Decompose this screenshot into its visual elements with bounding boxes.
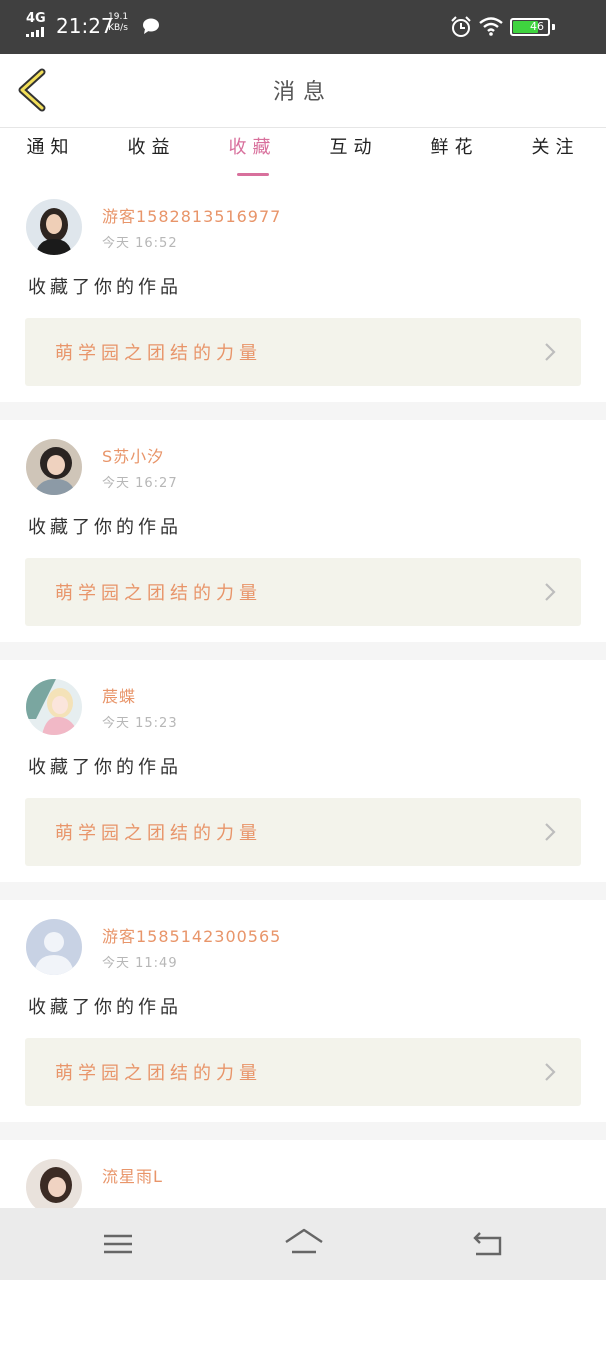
divider [0,1122,606,1140]
battery-level: 46 [530,20,544,33]
back-icon[interactable] [466,1226,510,1262]
alarm-icon [451,16,471,37]
header: 消息 [0,54,606,128]
wifi-icon [479,17,503,36]
username[interactable]: 游客1582813516977 [102,203,281,227]
tab-earnings[interactable]: 收益 [101,128,202,178]
list-item: 游客1582813516977 今天 16:52 收藏了你的作品 萌学园之团结的… [0,180,606,402]
work-title: 萌学园之团结的力量 [55,343,262,364]
tab-label: 互动 [329,137,378,158]
network-type: 4G [26,11,46,26]
avatar[interactable] [26,199,82,255]
divider [0,402,606,420]
tab-label: 通知 [26,137,75,158]
tab-notice[interactable]: 通知 [0,128,101,178]
action-text: 收藏了你的作品 [28,757,182,778]
clock: 21:27 [56,14,114,38]
tab-bar: 通知 收益 收藏 互动 鲜花 关注 [0,128,606,178]
page-title: 消息 [272,80,333,105]
active-tab-indicator [236,173,269,176]
timestamp: 今天 16:27 [102,476,178,491]
work-title: 萌学园之团结的力量 [55,583,262,604]
action-text: 收藏了你的作品 [28,277,182,298]
avatar[interactable] [26,439,82,495]
avatar[interactable] [26,679,82,735]
username[interactable]: 莀蝶 [102,683,136,707]
tab-follow[interactable]: 关注 [505,128,606,178]
tab-label: 鲜花 [430,137,479,158]
divider [0,882,606,900]
signal-icon [26,27,46,37]
chevron-right-icon [545,823,556,841]
divider [0,642,606,660]
tab-interaction[interactable]: 互动 [303,128,404,178]
timestamp: 今天 15:23 [102,716,178,731]
speed-unit: KB/s [108,23,128,33]
list-item: 莀蝶 今天 15:23 收藏了你的作品 萌学园之团结的力量 [0,660,606,882]
work-link[interactable]: 萌学园之团结的力量 [25,558,581,626]
action-text: 收藏了你的作品 [28,997,182,1018]
work-link[interactable]: 萌学园之团结的力量 [25,318,581,386]
tab-favorites[interactable]: 收藏 [202,128,303,178]
tab-flowers[interactable]: 鲜花 [404,128,505,178]
status-bar: 4G 21:27 19.1 KB/s 46 [0,0,606,54]
favorites-feed: 游客1582813516977 今天 16:52 收藏了你的作品 萌学园之团结的… [0,180,606,1362]
tab-label: 关注 [531,137,580,158]
network-speed: 19.1 KB/s [108,12,128,34]
work-title: 萌学园之团结的力量 [55,1063,262,1084]
work-title: 萌学园之团结的力量 [55,823,262,844]
battery-tip [552,24,555,30]
tab-label: 收益 [127,137,176,158]
timestamp: 今天 16:52 [102,236,178,251]
tab-label: 收藏 [228,137,277,158]
username[interactable]: 流星雨L [102,1163,163,1187]
list-item: S苏小汐 今天 16:27 收藏了你的作品 萌学园之团结的力量 [0,420,606,642]
work-link[interactable]: 萌学园之团结的力量 [25,798,581,866]
list-item: 游客1585142300565 今天 11:49 收藏了你的作品 萌学园之团结的… [0,900,606,1122]
action-text: 收藏了你的作品 [28,517,182,538]
battery-icon: 46 [510,18,550,36]
speed-value: 19.1 [108,12,129,22]
chevron-right-icon [545,343,556,361]
menu-icon[interactable] [96,1226,140,1262]
username[interactable]: 游客1585142300565 [102,923,281,947]
work-link[interactable]: 萌学园之团结的力量 [25,1038,581,1106]
chevron-right-icon [545,1063,556,1081]
avatar[interactable] [26,1159,82,1215]
timestamp: 今天 11:49 [102,956,178,971]
chat-bubble-icon [143,18,159,34]
avatar[interactable] [26,919,82,975]
system-nav-bar [0,1208,606,1280]
home-icon[interactable] [282,1226,326,1262]
chevron-right-icon [545,583,556,601]
username[interactable]: S苏小汐 [102,443,164,467]
